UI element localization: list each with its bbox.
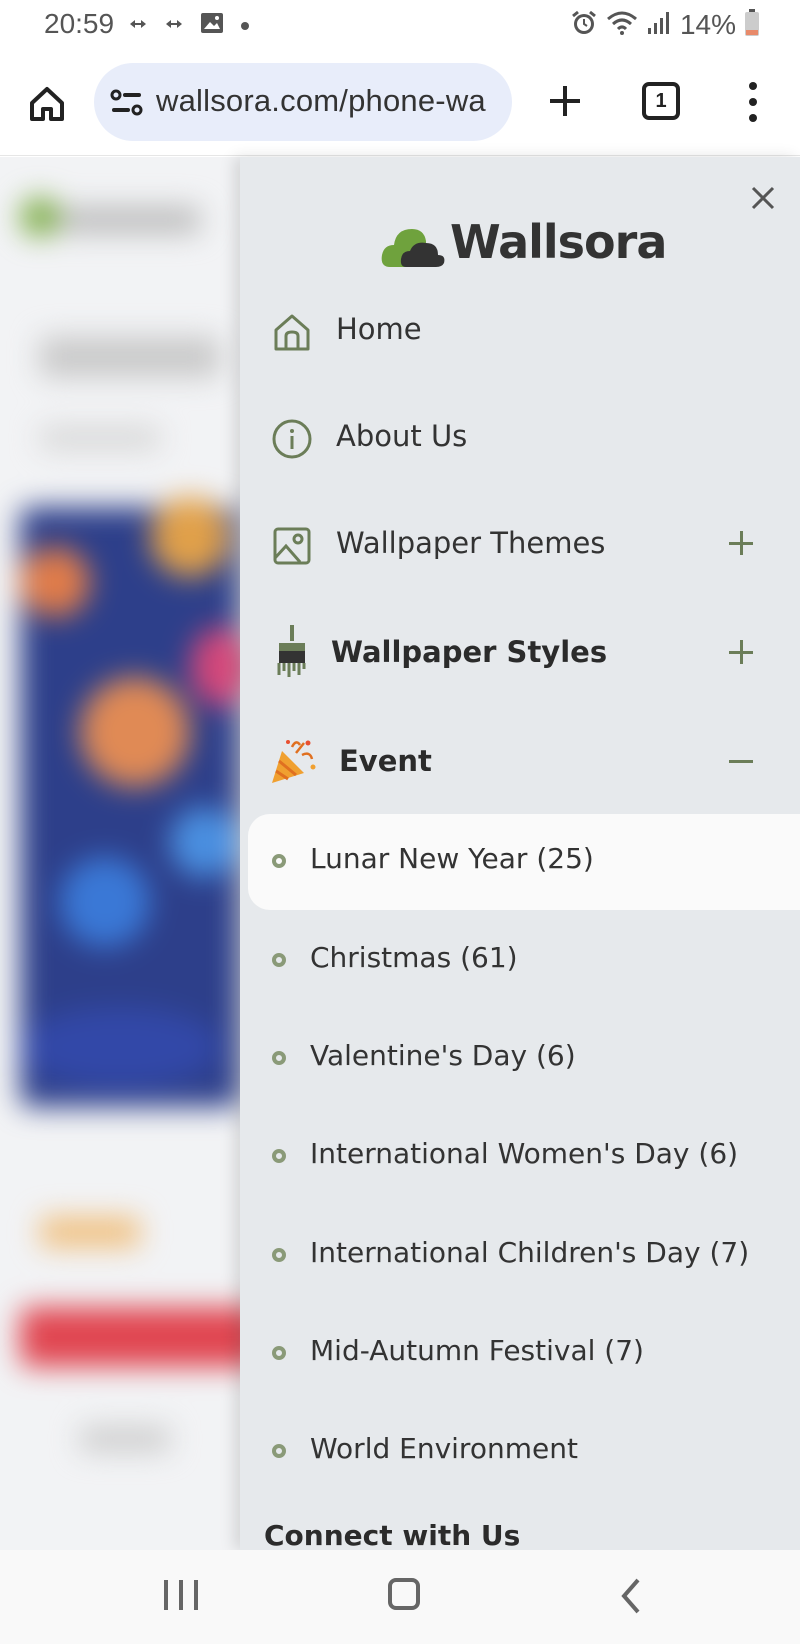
event-item-valentines-day[interactable]: Valentine's Day (6) bbox=[248, 1011, 800, 1107]
bullet-icon bbox=[272, 1444, 286, 1458]
event-item-label: International Children's Day (7) bbox=[310, 1236, 750, 1269]
connect-with-us-heading: Connect with Us bbox=[264, 1519, 521, 1550]
status-system-icons: 14% bbox=[570, 8, 760, 42]
logo-text: Wallsora bbox=[450, 215, 667, 269]
browser-menu-button[interactable] bbox=[736, 80, 770, 124]
event-item-label: Mid-Autumn Festival (7) bbox=[310, 1334, 644, 1367]
address-bar[interactable]: wallsora.com/phone-wa bbox=[94, 63, 512, 141]
logo[interactable]: Wallsora bbox=[380, 213, 667, 283]
nav-item-home[interactable]: Home bbox=[240, 290, 800, 370]
event-item-label: Valentine's Day (6) bbox=[310, 1039, 576, 1072]
status-notification-icons bbox=[128, 10, 250, 40]
event-item-label: International Women's Day (6) bbox=[310, 1137, 739, 1170]
bullet-icon bbox=[272, 1346, 286, 1360]
recent-apps-button[interactable] bbox=[164, 1580, 198, 1614]
expand-wallpaper-styles-button[interactable] bbox=[726, 637, 756, 667]
cloud-logo-icon bbox=[381, 229, 445, 267]
bullet-icon bbox=[272, 953, 286, 967]
collapse-event-button[interactable] bbox=[726, 746, 756, 776]
expand-wallpaper-themes-button[interactable] bbox=[726, 528, 756, 558]
event-item-international-childrens-day[interactable]: International Children's Day (7) bbox=[248, 1208, 800, 1304]
home-icon bbox=[270, 310, 314, 354]
status-time: 20:59 bbox=[44, 8, 115, 39]
status-bar: 20:59 14% bbox=[0, 0, 800, 50]
nav-item-wallpaper-styles[interactable]: Wallpaper Styles bbox=[240, 613, 800, 693]
event-item-world-environment[interactable]: World Environment bbox=[248, 1404, 800, 1500]
event-item-label: Christmas (61) bbox=[310, 941, 518, 974]
battery-icon bbox=[744, 9, 760, 41]
event-item-label: World Environment bbox=[310, 1432, 578, 1465]
paint-brush-icon bbox=[270, 625, 314, 681]
alarm-icon bbox=[570, 9, 598, 41]
wifi-icon bbox=[606, 10, 638, 40]
site-settings-icon[interactable] bbox=[110, 88, 144, 122]
nav-label-home: Home bbox=[336, 312, 422, 346]
nav-label-event: Event bbox=[339, 744, 432, 778]
image-icon bbox=[270, 524, 314, 568]
event-item-label: Lunar New Year (25) bbox=[310, 842, 594, 875]
signal-icon bbox=[646, 10, 672, 40]
battery-percent: 14% bbox=[679, 9, 736, 40]
nav-label-wallpaper-themes: Wallpaper Themes bbox=[336, 526, 606, 560]
bullet-icon bbox=[272, 1149, 286, 1163]
party-popper-icon bbox=[268, 736, 318, 788]
bullet-icon bbox=[272, 1051, 286, 1065]
system-home-button[interactable] bbox=[388, 1578, 420, 1610]
browser-home-button[interactable] bbox=[22, 78, 72, 128]
event-item-lunar-new-year[interactable]: Lunar New Year (25) bbox=[248, 814, 800, 910]
browser-toolbar: wallsora.com/phone-wa 1 bbox=[0, 50, 800, 156]
bullet-icon bbox=[272, 1248, 286, 1262]
nav-item-event[interactable]: Event bbox=[240, 722, 800, 802]
back-button[interactable] bbox=[614, 1576, 648, 1616]
bullet-icon bbox=[272, 854, 286, 868]
dot-icon bbox=[240, 16, 250, 35]
close-icon bbox=[751, 186, 775, 210]
sync-arrows-icon bbox=[128, 16, 148, 35]
chevron-left-icon bbox=[621, 1578, 640, 1614]
side-drawer: Wallsora Home About Us Wallpaper Themes … bbox=[240, 157, 800, 1550]
info-icon bbox=[270, 417, 314, 461]
nav-item-about-us[interactable]: About Us bbox=[240, 397, 800, 477]
system-navigation-bar bbox=[0, 1550, 800, 1644]
home-icon bbox=[30, 87, 64, 121]
close-drawer-button[interactable] bbox=[746, 181, 780, 215]
gallery-icon bbox=[200, 12, 224, 38]
nav-item-wallpaper-themes[interactable]: Wallpaper Themes bbox=[240, 504, 800, 584]
tab-switcher-button[interactable]: 1 bbox=[642, 82, 680, 120]
background-page bbox=[0, 157, 240, 1550]
sync-arrows-icon bbox=[164, 16, 184, 35]
event-item-mid-autumn-festival[interactable]: Mid-Autumn Festival (7) bbox=[248, 1306, 800, 1402]
event-item-international-womens-day[interactable]: International Women's Day (6) bbox=[248, 1109, 800, 1205]
background-blur bbox=[0, 157, 240, 1550]
nav-label-about-us: About Us bbox=[336, 419, 468, 453]
event-item-christmas[interactable]: Christmas (61) bbox=[248, 913, 800, 1009]
url-text[interactable]: wallsora.com/phone-wa bbox=[156, 83, 486, 119]
nav-label-wallpaper-styles: Wallpaper Styles bbox=[331, 635, 608, 669]
plus-icon bbox=[550, 86, 580, 116]
new-tab-button[interactable] bbox=[540, 76, 590, 126]
